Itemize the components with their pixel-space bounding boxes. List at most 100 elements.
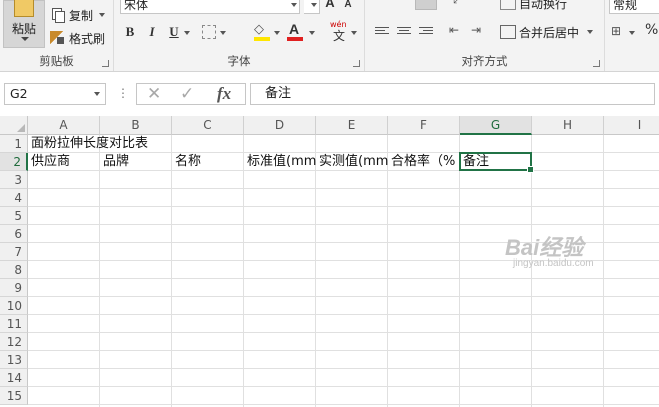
- number-group: 常规 ⊞ %: [605, 0, 659, 71]
- align-middle-button[interactable]: [415, 0, 437, 10]
- row-header-10[interactable]: 10: [0, 297, 28, 315]
- row-header-14[interactable]: 14: [0, 369, 28, 387]
- row-header-6[interactable]: 6: [0, 225, 28, 243]
- row-header-4[interactable]: 4: [0, 189, 28, 207]
- row-header-2[interactable]: 2: [0, 153, 28, 171]
- gridline: [28, 314, 659, 315]
- wrap-text-button[interactable]: 自动换行: [500, 0, 567, 12]
- enter-icon[interactable]: ✓: [180, 84, 194, 104]
- column-header-i[interactable]: I: [604, 116, 659, 135]
- select-all-button[interactable]: [0, 116, 28, 135]
- row-header-9[interactable]: 9: [0, 279, 28, 297]
- column-header-c[interactable]: C: [172, 116, 244, 135]
- row-header-1[interactable]: 1: [0, 135, 28, 153]
- column-header-f[interactable]: F: [388, 116, 460, 135]
- row-header-8[interactable]: 8: [0, 261, 28, 279]
- cell-a1[interactable]: 面粉拉伸长度对比表: [28, 135, 148, 153]
- cancel-icon[interactable]: ✕: [147, 84, 161, 104]
- format-painter-button[interactable]: 格式刷: [50, 29, 105, 47]
- chevron-down-icon: [587, 30, 594, 34]
- format-painter-label: 格式刷: [69, 31, 106, 46]
- cell-c2[interactable]: 名称: [172, 153, 244, 171]
- clipboard-group: 粘贴 复制 格式刷 剪贴板: [0, 0, 114, 71]
- clipboard-group-label: 剪贴板: [39, 54, 74, 68]
- row-header-13[interactable]: 13: [0, 351, 28, 369]
- column-header-g[interactable]: G: [460, 116, 532, 135]
- cell-d2[interactable]: 标准值(mm: [244, 153, 316, 171]
- wrap-text-label: 自动换行: [519, 0, 568, 11]
- orientation-icon[interactable]: ⤢: [453, 0, 463, 7]
- chevron-down-icon: [184, 31, 190, 35]
- currency-icon[interactable]: ⊞: [611, 24, 621, 38]
- chevron-down-icon: [94, 92, 100, 96]
- row-header-15[interactable]: 15: [0, 387, 28, 405]
- align-right-icon[interactable]: [419, 27, 433, 39]
- copy-button[interactable]: 复制: [50, 6, 106, 24]
- column-header-e[interactable]: E: [316, 116, 388, 135]
- cell-b2[interactable]: 品牌: [100, 153, 172, 171]
- column-header-a[interactable]: A: [28, 116, 100, 135]
- phonetic-button[interactable]: 文: [333, 27, 345, 44]
- align-left-icon[interactable]: [375, 27, 389, 39]
- formula-input[interactable]: 备注: [250, 83, 655, 105]
- gridline: [315, 135, 316, 407]
- cell-e2[interactable]: 实测值(mm: [316, 153, 388, 171]
- gridline: [171, 135, 172, 407]
- wrap-text-icon: [500, 0, 516, 10]
- insert-function-icon[interactable]: fx: [217, 84, 231, 104]
- row-header-12[interactable]: 12: [0, 333, 28, 351]
- alignment-launcher-icon[interactable]: [593, 60, 600, 67]
- alignment-group: ⤢ 自动换行 ⇤ ⇥ 合并后居中 对齐方式: [365, 0, 605, 71]
- splitter-handle-icon[interactable]: ⋮: [117, 86, 129, 100]
- align-center-icon[interactable]: [397, 27, 411, 39]
- cell-f2[interactable]: 合格率（%: [388, 153, 460, 171]
- chevron-down-icon: [21, 37, 29, 41]
- ribbon: 粘贴 复制 格式刷 剪贴板 宋体 A A B I U ◇ A wén 文 字体 …: [0, 0, 659, 72]
- gridline: [243, 135, 244, 407]
- row-header-7[interactable]: 7: [0, 243, 28, 261]
- decrease-indent-icon[interactable]: ⇤: [449, 23, 459, 37]
- border-icon[interactable]: [202, 25, 216, 39]
- italic-button[interactable]: I: [144, 23, 160, 41]
- name-box[interactable]: G2: [4, 83, 106, 105]
- font-launcher-icon[interactable]: [353, 60, 360, 67]
- increase-indent-icon[interactable]: ⇥: [471, 23, 481, 37]
- gridline: [28, 206, 659, 207]
- copy-icon: [50, 8, 66, 23]
- align-top-icon[interactable]: [375, 0, 389, 8]
- underline-button[interactable]: U: [166, 23, 182, 41]
- name-box-value: G2: [10, 86, 28, 101]
- formula-bar: G2 ⋮ ✕ ✓ fx 备注: [0, 72, 659, 116]
- font-name-value: 宋体: [124, 0, 149, 12]
- row-header-5[interactable]: 5: [0, 207, 28, 225]
- column-header-d[interactable]: D: [244, 116, 316, 135]
- column-header-b[interactable]: B: [100, 116, 172, 135]
- grow-font-button[interactable]: A: [322, 0, 338, 12]
- font-name-combo[interactable]: 宋体: [120, 0, 300, 14]
- shrink-font-button[interactable]: A: [340, 0, 356, 14]
- fill-color-icon[interactable]: ◇: [254, 22, 264, 37]
- percent-button[interactable]: %: [645, 22, 658, 38]
- font-color-button[interactable]: A: [289, 21, 299, 37]
- watermark-main: Bai经验: [505, 235, 584, 260]
- chevron-down-icon: [99, 13, 106, 17]
- font-group: 宋体 A A B I U ◇ A wén 文 字体: [114, 0, 365, 71]
- paste-label: 粘贴: [12, 22, 37, 36]
- paste-button[interactable]: 粘贴: [3, 0, 45, 48]
- font-size-combo[interactable]: [304, 0, 320, 14]
- row-header-11[interactable]: 11: [0, 315, 28, 333]
- gridline: [28, 278, 659, 279]
- gridline: [28, 296, 659, 297]
- merge-center-button[interactable]: 合并后居中: [500, 23, 594, 41]
- number-format-combo[interactable]: 常规: [609, 0, 659, 14]
- row-header-3[interactable]: 3: [0, 171, 28, 189]
- bold-button[interactable]: B: [122, 23, 138, 41]
- number-format-value: 常规: [613, 0, 638, 12]
- gridline: [28, 224, 659, 225]
- gridline: [387, 135, 388, 407]
- clipboard-launcher-icon[interactable]: [102, 60, 109, 67]
- column-header-h[interactable]: H: [532, 116, 604, 135]
- chevron-down-icon: [309, 31, 315, 35]
- active-cell-border[interactable]: [459, 152, 534, 173]
- cell-a2[interactable]: 供应商: [28, 153, 100, 171]
